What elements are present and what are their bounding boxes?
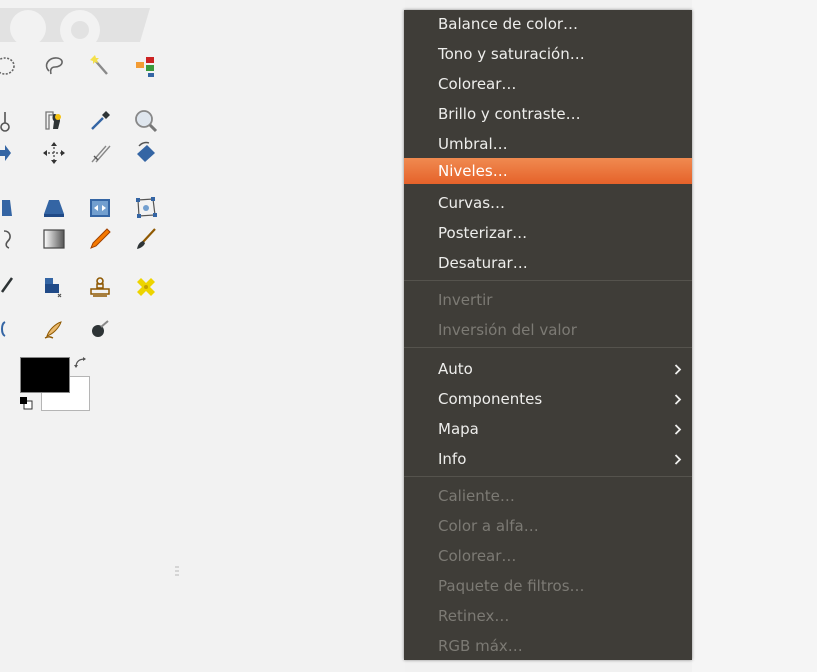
select-by-color-icon[interactable] — [133, 53, 159, 79]
menu-item-balance-de-color[interactable]: Balance de color… — [404, 11, 692, 37]
chevron-right-icon — [674, 446, 684, 472]
menu-item-label: Brillo y contraste… — [438, 105, 581, 123]
menu-item-label: Paquete de filtros… — [438, 577, 585, 595]
menu-item-label: RGB máx… — [438, 637, 523, 655]
eraser-icon[interactable] — [0, 274, 18, 300]
scissors-select-icon[interactable] — [0, 108, 18, 134]
align-icon[interactable] — [0, 140, 18, 166]
canvas-area — [692, 0, 817, 672]
menu-item-label: Balance de color… — [438, 15, 579, 33]
crop-icon[interactable] — [87, 140, 113, 166]
wilber-logo-strip — [0, 8, 160, 42]
foreground-color-swatch[interactable] — [20, 357, 70, 393]
menu-item-label: Niveles… — [438, 162, 508, 180]
foreground-select-icon[interactable] — [41, 108, 67, 134]
pencil-icon[interactable] — [87, 226, 113, 252]
zoom-icon[interactable] — [133, 108, 159, 134]
menu-item-colorear-filter[interactable]: Colorear… — [404, 543, 692, 569]
menu-item-label: Retinex… — [438, 607, 510, 625]
shear-icon[interactable] — [0, 195, 18, 221]
default-colors-icon[interactable] — [19, 396, 33, 410]
text-icon[interactable] — [0, 226, 18, 252]
menu-item-rgb-max[interactable]: RGB máx… — [404, 633, 692, 659]
fuzzy-select-icon[interactable] — [87, 53, 113, 79]
menu-item-label: Umbral… — [438, 135, 508, 153]
menu-item-label: Inversión del valor — [438, 321, 577, 339]
free-select-icon[interactable] — [0, 53, 18, 79]
menu-item-retinex[interactable]: Retinex… — [404, 603, 692, 629]
menu-separator — [404, 476, 692, 477]
menu-item-auto[interactable]: Auto — [404, 356, 692, 382]
smudge-icon[interactable] — [41, 316, 67, 342]
swap-colors-icon[interactable] — [73, 356, 89, 372]
menu-item-umbral[interactable]: Umbral… — [404, 131, 692, 157]
menu-item-componentes[interactable]: Componentes — [404, 386, 692, 412]
lasso-select-icon[interactable] — [41, 53, 67, 79]
menu-item-label: Componentes — [438, 390, 543, 408]
panel-resize-grip-icon[interactable] — [174, 565, 180, 579]
menu-item-label: Color a alfa… — [438, 517, 539, 535]
dodge-burn-icon[interactable] — [0, 316, 18, 342]
cage-transform-icon[interactable] — [133, 195, 159, 221]
menu-item-colorear[interactable]: Colorear… — [404, 71, 692, 97]
menu-item-info[interactable]: Info — [404, 446, 692, 472]
chevron-right-icon — [674, 416, 684, 442]
menu-item-label: Colorear… — [438, 547, 517, 565]
menu-item-label: Desaturar… — [438, 254, 528, 272]
bucket-fill-icon[interactable] — [41, 274, 67, 300]
menu-item-tono-y-saturacion[interactable]: Tono y saturación… — [404, 41, 692, 67]
paintbrush-icon[interactable] — [133, 226, 159, 252]
menu-item-label: Caliente… — [438, 487, 515, 505]
color-picker-icon[interactable] — [87, 108, 113, 134]
menu-separator — [404, 347, 692, 348]
flip-icon[interactable] — [87, 195, 113, 221]
menu-item-label: Colorear… — [438, 75, 517, 93]
blend-icon[interactable] — [41, 226, 67, 252]
menu-item-caliente[interactable]: Caliente… — [404, 483, 692, 509]
menu-item-paquete-de-filtros[interactable]: Paquete de filtros… — [404, 573, 692, 599]
ink-icon[interactable] — [87, 316, 113, 342]
menu-item-label: Invertir — [438, 291, 493, 309]
menu-item-label: Curvas… — [438, 194, 506, 212]
menu-item-label: Info — [438, 450, 467, 468]
menu-item-color-a-alfa[interactable]: Color a alfa… — [404, 513, 692, 539]
menu-item-desaturar[interactable]: Desaturar… — [404, 250, 692, 276]
heal-icon[interactable] — [133, 274, 159, 300]
menu-item-label: Auto — [438, 360, 473, 378]
move-icon[interactable] — [41, 140, 67, 166]
menu-item-label: Posterizar… — [438, 224, 528, 242]
menu-item-curvas[interactable]: Curvas… — [404, 190, 692, 216]
chevron-right-icon — [674, 386, 684, 412]
menu-separator — [404, 280, 692, 281]
chevron-right-icon — [674, 356, 684, 382]
menu-item-inversion-del-valor[interactable]: Inversión del valor — [404, 317, 692, 343]
perspective-icon[interactable] — [41, 195, 67, 221]
menu-item-mapa[interactable]: Mapa — [404, 416, 692, 442]
menu-item-invertir[interactable]: Invertir — [404, 287, 692, 313]
colors-menu: Balance de color… Tono y saturación… Col… — [404, 10, 692, 660]
rotate-icon[interactable] — [133, 140, 159, 166]
clone-icon[interactable] — [87, 274, 113, 300]
menu-item-label: Mapa — [438, 420, 479, 438]
menu-item-posterizar[interactable]: Posterizar… — [404, 220, 692, 246]
toolbox-panel — [0, 0, 405, 672]
menu-item-label: Tono y saturación… — [438, 45, 585, 63]
menu-item-brillo-y-contraste[interactable]: Brillo y contraste… — [404, 101, 692, 127]
menu-item-niveles[interactable]: Niveles… — [404, 158, 692, 184]
